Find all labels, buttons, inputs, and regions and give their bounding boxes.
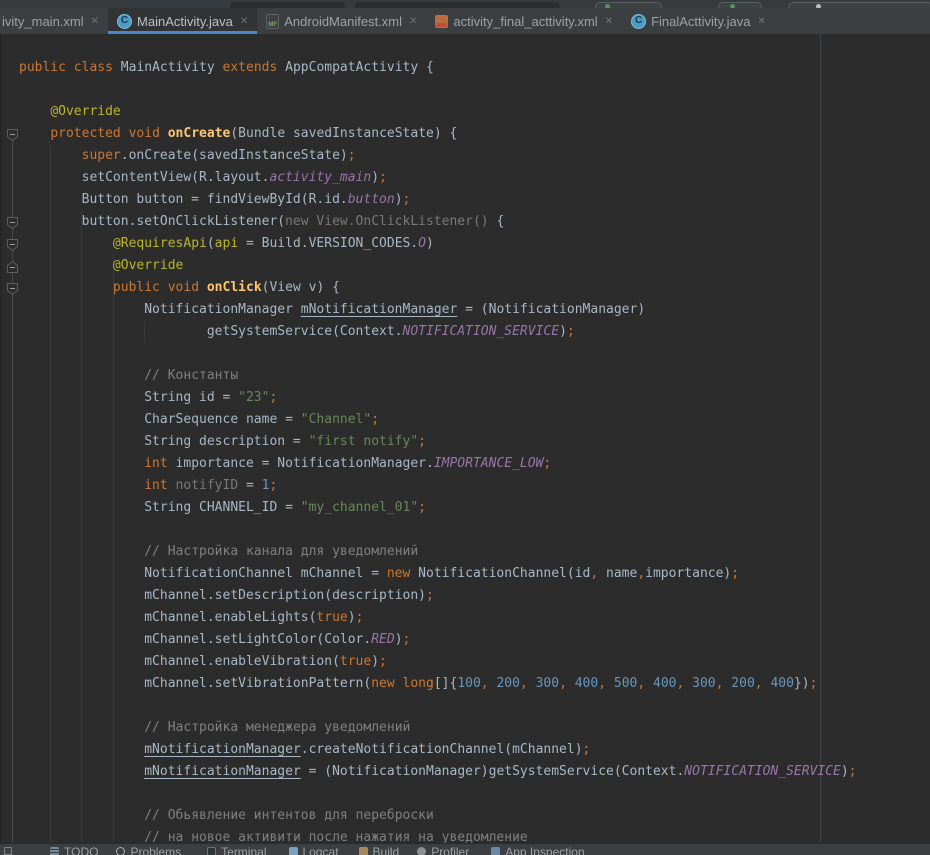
layout-xml-icon <box>435 15 448 28</box>
close-icon[interactable]: ✕ <box>240 16 248 27</box>
code-line <box>19 519 930 541</box>
code-line: NotificationChannel mChannel = new Notif… <box>19 563 930 585</box>
fold-collapse-icon[interactable] <box>7 128 18 146</box>
tool-window-button-terminal[interactable]: Terminal <box>207 845 266 855</box>
code-line: Button button = findViewById(R.id.button… <box>19 189 930 211</box>
code-line: CharSequence name = "Channel"; <box>19 409 930 431</box>
code-area[interactable]: public class MainActivity extends AppCom… <box>0 34 930 843</box>
code-line: String CHANNEL_ID = "my_channel_01"; <box>19 497 930 519</box>
tab-label: ivity_main.xml <box>2 14 84 29</box>
tool-window-button-logcat[interactable]: Logcat <box>289 845 339 855</box>
fold-collapse-icon[interactable] <box>7 282 18 300</box>
java-class-icon: C <box>631 14 646 29</box>
code-line: mNotificationManager = (NotificationMana… <box>19 761 930 783</box>
close-icon[interactable]: ✕ <box>409 16 417 27</box>
code-line: int importance = NotificationManager.IMP… <box>19 453 930 475</box>
tool-window-label: Terminal <box>221 845 266 855</box>
code-line: public void onClick(View v) { <box>19 277 930 299</box>
app-inspection-icon <box>491 847 500 855</box>
tab-label: FinalActtivity.java <box>651 14 750 29</box>
code-line: NotificationManager mNotificationManager… <box>19 299 930 321</box>
tab-FinalActtivity.java[interactable]: C FinalActtivity.java ✕ <box>622 8 775 34</box>
device-widget[interactable] <box>788 2 930 8</box>
code-line: // Константы <box>19 365 930 387</box>
tab-AndroidManifest.xml[interactable]: MF AndroidManifest.xml ✕ <box>257 8 426 34</box>
code-line: mChannel.enableLights(true); <box>19 607 930 629</box>
toolbar-dot-icon[interactable] <box>816 4 821 8</box>
todo-icon <box>50 847 59 855</box>
code-line: mChannel.setVibrationPattern(new long[]{… <box>19 673 930 695</box>
code-line: mNotificationManager.createNotificationC… <box>19 739 930 761</box>
code-line: // Обьявление интентов для переброски <box>19 805 930 827</box>
tool-window-button-build[interactable]: Build <box>359 845 400 855</box>
tool-window-label: App Inspection <box>505 845 584 855</box>
code-line: @Override <box>19 101 930 123</box>
code-line <box>19 79 930 101</box>
tool-window-button-profiler[interactable]: Profiler <box>417 845 469 855</box>
close-icon[interactable]: ✕ <box>758 16 766 27</box>
code-line: int notifyID = 1; <box>19 475 930 497</box>
ide-window: ivity_main.xml ✕ C MainActivity.java ✕ MF Andr… <box>0 0 930 855</box>
problems-icon <box>116 847 125 855</box>
fold-end-icon[interactable] <box>7 260 18 278</box>
code-line: String id = "23"; <box>19 387 930 409</box>
code-line <box>19 343 930 365</box>
tool-window-label: TODO <box>64 845 98 855</box>
tool-window-icon[interactable] <box>4 847 12 855</box>
tool-window-button-todo[interactable]: TODO <box>50 845 98 855</box>
code-line: protected void onCreate(Bundle savedInst… <box>19 123 930 145</box>
java-class-icon: C <box>117 14 132 29</box>
editor-tab-bar: ivity_main.xml ✕ C MainActivity.java ✕ MF Andr… <box>0 8 930 34</box>
tab-activity_final_acttivity.xml[interactable]: activity_final_acttivity.xml ✕ <box>426 8 622 34</box>
tool-window-bar: TODO Problems Terminal Logcat Build Profiler A… <box>0 843 930 855</box>
tool-window-label: Profiler <box>431 845 469 855</box>
code-line: button.setOnClickListener(new View.OnCli… <box>19 211 930 233</box>
code-line: mChannel.enableVibration(true); <box>19 651 930 673</box>
tab-label: MainActivity.java <box>137 14 233 29</box>
close-icon[interactable]: ✕ <box>91 16 99 27</box>
terminal-icon <box>207 847 216 855</box>
code-line: super.onCreate(savedInstanceState); <box>19 145 930 167</box>
code-line: // на новое активити после нажатия на ув… <box>19 827 930 843</box>
build-icon <box>359 847 368 855</box>
code-line: @RequiresApi(api = Build.VERSION_CODES.O… <box>19 233 930 255</box>
code-line: setContentView(R.layout.activity_main); <box>19 167 930 189</box>
code-line: public class MainActivity extends AppCom… <box>19 57 930 79</box>
code-line: // Настройка менеджера уведомлений <box>19 717 930 739</box>
fold-collapse-icon[interactable] <box>7 216 18 234</box>
code-line: mChannel.setLightColor(Color.RED); <box>19 629 930 651</box>
tool-window-button-problems[interactable]: Problems <box>116 845 181 855</box>
code-line: getSystemService(Context.NOTIFICATION_SE… <box>19 321 930 343</box>
tool-window-label: Logcat <box>303 845 339 855</box>
code-line: mChannel.setDescription(description); <box>19 585 930 607</box>
top-toolbar <box>0 0 930 8</box>
logcat-icon <box>289 847 298 855</box>
tab-ivity_main.xml[interactable]: ivity_main.xml ✕ <box>0 8 108 34</box>
tool-window-label: Problems <box>130 845 181 855</box>
code-line <box>19 695 930 717</box>
fold-collapse-icon[interactable] <box>7 238 18 256</box>
code-line <box>19 783 930 805</box>
manifest-file-icon: MF <box>266 14 279 29</box>
tab-label: activity_final_acttivity.xml <box>453 14 597 29</box>
close-icon[interactable]: ✕ <box>605 16 613 27</box>
tab-label: AndroidManifest.xml <box>284 14 402 29</box>
tool-window-button-app-inspection[interactable]: App Inspection <box>491 845 584 855</box>
tool-window-label: Build <box>373 845 400 855</box>
code-line: @Override <box>19 255 930 277</box>
profiler-icon <box>417 847 426 855</box>
code-line: // Настройка канала для уведомлений <box>19 541 930 563</box>
tab-MainActivity.java[interactable]: C MainActivity.java ✕ <box>108 8 257 34</box>
code-editor[interactable]: public class MainActivity extends AppCom… <box>0 34 930 843</box>
code-line: String description = "first notify"; <box>19 431 930 453</box>
